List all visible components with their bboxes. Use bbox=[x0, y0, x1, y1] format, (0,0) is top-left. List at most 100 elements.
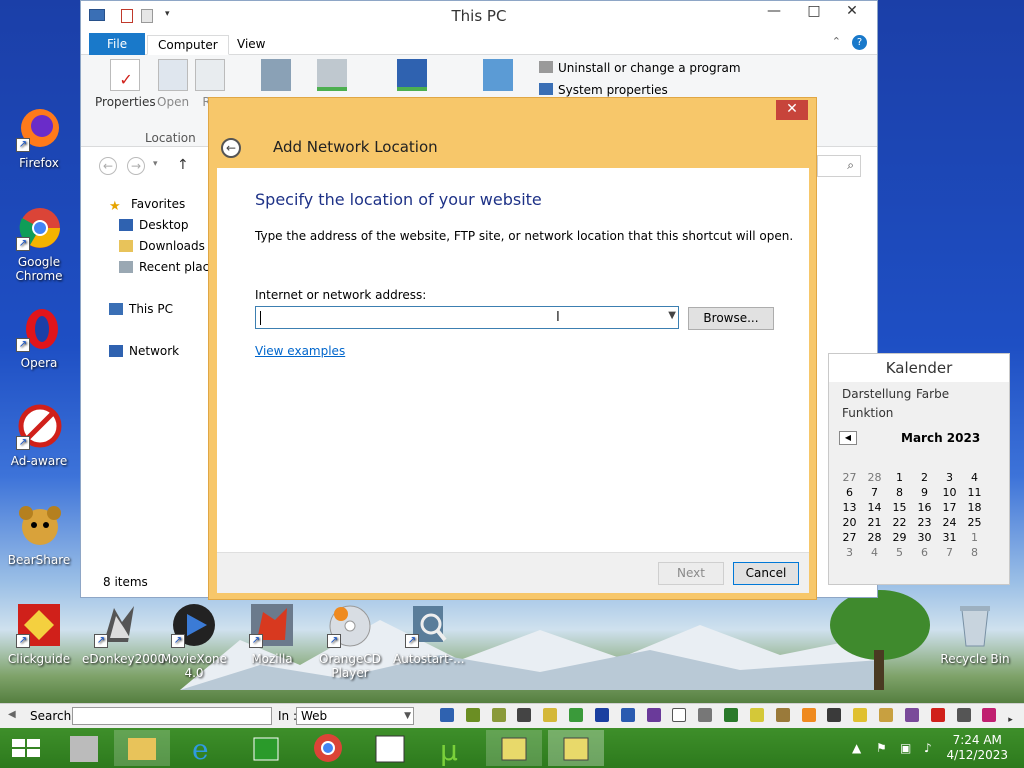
taskbar-tools-app[interactable] bbox=[56, 730, 112, 766]
cancel-button[interactable]: Cancel bbox=[733, 562, 799, 585]
properties-button[interactable]: ✓ Properties bbox=[95, 59, 156, 109]
search-icon[interactable] bbox=[440, 708, 454, 722]
calendar-day[interactable]: 20 bbox=[837, 515, 862, 530]
calendar-day[interactable]: 29 bbox=[887, 530, 912, 545]
ticket-icon[interactable] bbox=[698, 708, 713, 722]
desktop-icon-ad-aware[interactable]: ↗ Ad-aware bbox=[4, 404, 74, 468]
tab-file[interactable]: File bbox=[89, 33, 146, 55]
calendar-day[interactable]: 3 bbox=[837, 545, 862, 560]
calendar-day[interactable]: 7 bbox=[937, 545, 962, 560]
desktop-icon-moviexone[interactable]: ↗ MovieXone 4.0 bbox=[159, 602, 229, 680]
flag-icon[interactable]: ⚑ bbox=[876, 741, 887, 755]
system-properties-link[interactable]: System properties bbox=[539, 83, 668, 97]
puzzle-icon[interactable] bbox=[775, 708, 790, 722]
calendar-day[interactable]: 28 bbox=[862, 470, 887, 485]
battery-icon[interactable] bbox=[749, 708, 764, 722]
chevron-up-icon[interactable]: ⌃ bbox=[832, 35, 841, 48]
chevron-right-icon[interactable]: ▸ bbox=[1008, 715, 1022, 729]
calendar-day[interactable]: 1 bbox=[887, 470, 912, 485]
cube-icon[interactable] bbox=[646, 708, 661, 722]
taskbar-app-1[interactable] bbox=[486, 730, 542, 766]
desktop-icon-mozilla[interactable]: ↗ Mozilla bbox=[237, 602, 307, 666]
calendar-day[interactable]: 8 bbox=[887, 485, 912, 500]
address-input[interactable]: ▼ I bbox=[255, 306, 679, 329]
network-status-icon[interactable]: ▣ bbox=[900, 741, 911, 755]
history-chevron-icon[interactable]: ▾ bbox=[153, 159, 158, 169]
desktop-icon-clickguide[interactable]: ↗ Clickguide bbox=[4, 602, 74, 666]
calendar-day[interactable]: 10 bbox=[937, 485, 962, 500]
calendar-day[interactable]: 4 bbox=[962, 470, 987, 485]
start-button[interactable] bbox=[0, 730, 56, 766]
volume-icon[interactable]: ♪ bbox=[924, 741, 932, 755]
add-network-location-button[interactable] bbox=[397, 59, 427, 95]
zodiac-icon[interactable] bbox=[982, 708, 997, 722]
system-clock[interactable]: 7:24 AM 4/12/2023 bbox=[946, 733, 1008, 763]
up-icon[interactable]: ↑ bbox=[177, 157, 189, 173]
calendar-day[interactable]: 11 bbox=[962, 485, 987, 500]
calendar-window[interactable]: Kalender Darstellung Farbe Funktion ◀ Ma… bbox=[828, 353, 1010, 585]
copy-icon[interactable] bbox=[465, 708, 480, 722]
desktop-icon-orangecd-player[interactable]: ↗ OrangeCD Player bbox=[315, 602, 385, 680]
desktop-icon-opera[interactable]: ↗ Opera bbox=[4, 306, 74, 370]
box-icon[interactable] bbox=[853, 708, 868, 722]
calendar-day[interactable]: 6 bbox=[837, 485, 862, 500]
menu-farbe[interactable]: Farbe bbox=[916, 387, 949, 401]
taskbar-utorrent[interactable]: µ bbox=[424, 730, 480, 767]
calendar-day[interactable]: 4 bbox=[862, 545, 887, 560]
add-network-location-dialog[interactable]: ✕ ← Add Network Location Specify the loc… bbox=[208, 97, 817, 600]
desktop-icon-edonkey2000[interactable]: ↗ eDonkey2000 bbox=[82, 602, 165, 666]
minimize-button[interactable]: — bbox=[757, 1, 791, 23]
desktop-icon-autostart[interactable]: ↗ Autostart-... bbox=[393, 602, 465, 666]
calendar-day[interactable]: 8 bbox=[962, 545, 987, 560]
globe-icon[interactable] bbox=[801, 708, 816, 722]
calendar-day[interactable]: 13 bbox=[837, 500, 862, 515]
calendar-day[interactable]: 24 bbox=[937, 515, 962, 530]
dialog-close-button[interactable]: ✕ bbox=[776, 100, 808, 120]
calendar-day[interactable]: 15 bbox=[887, 500, 912, 515]
clipboard-icon[interactable] bbox=[672, 708, 687, 722]
nav-item-desktop[interactable]: Desktop bbox=[119, 218, 189, 232]
view-examples-link[interactable]: View examples bbox=[255, 344, 345, 358]
access-media-button[interactable] bbox=[261, 59, 291, 95]
prev-month-button[interactable]: ◀ bbox=[839, 431, 857, 445]
envelope-icon[interactable] bbox=[879, 708, 894, 722]
nav-item-this-pc[interactable]: This PC bbox=[109, 302, 173, 316]
taskbar-internet-explorer[interactable]: e bbox=[176, 730, 232, 766]
calendar-day[interactable]: 16 bbox=[912, 500, 937, 515]
calendar-day[interactable]: 2 bbox=[912, 470, 937, 485]
tab-view[interactable]: View bbox=[227, 35, 275, 55]
calendar-day[interactable]: 18 bbox=[962, 500, 987, 515]
chevron-down-icon[interactable]: ▼ bbox=[668, 310, 676, 321]
butterfly-icon[interactable] bbox=[517, 708, 532, 722]
heart-icon[interactable] bbox=[930, 708, 945, 722]
calendar-day[interactable]: 17 bbox=[937, 500, 962, 515]
calendar-day[interactable]: 9 bbox=[912, 485, 937, 500]
calendar-day[interactable]: 5 bbox=[887, 545, 912, 560]
dollar-icon[interactable] bbox=[724, 708, 739, 722]
photo-icon[interactable] bbox=[904, 708, 919, 722]
forward-icon[interactable]: → bbox=[127, 157, 145, 175]
desktop-icon-bearshare[interactable]: BearShare bbox=[4, 503, 74, 567]
search-scope-select[interactable]: Web ▼ bbox=[296, 707, 414, 725]
calendar-day[interactable]: 22 bbox=[887, 515, 912, 530]
tag-icon[interactable] bbox=[827, 708, 842, 722]
chevron-up-icon[interactable]: ▲ bbox=[852, 741, 861, 755]
taskbar-file-explorer[interactable] bbox=[114, 730, 170, 766]
book-icon[interactable] bbox=[620, 708, 635, 722]
open-button[interactable]: Open bbox=[157, 59, 189, 109]
calendar-day[interactable]: 28 bbox=[862, 530, 887, 545]
desktop-icon-recycle-bin[interactable]: Recycle Bin bbox=[940, 602, 1010, 666]
calendar-day[interactable]: 25 bbox=[962, 515, 987, 530]
desktop-icon-firefox[interactable]: ↗ Firefox bbox=[4, 106, 74, 170]
nav-item-downloads[interactable]: Downloads bbox=[119, 239, 205, 253]
desktop-icon-google-chrome[interactable]: ↗ Google Chrome bbox=[4, 205, 74, 283]
calendar-day[interactable]: 31 bbox=[937, 530, 962, 545]
menu-darstellung[interactable]: Darstellung bbox=[842, 387, 911, 401]
open-settings-button[interactable] bbox=[483, 59, 513, 95]
back-icon[interactable]: ← bbox=[99, 157, 117, 175]
calendar-day[interactable]: 23 bbox=[912, 515, 937, 530]
calendar-day[interactable]: 1 bbox=[962, 530, 987, 545]
search-box[interactable]: ⌕ bbox=[817, 155, 861, 177]
calendar-day[interactable]: 6 bbox=[912, 545, 937, 560]
maximize-button[interactable]: □ bbox=[797, 1, 831, 23]
